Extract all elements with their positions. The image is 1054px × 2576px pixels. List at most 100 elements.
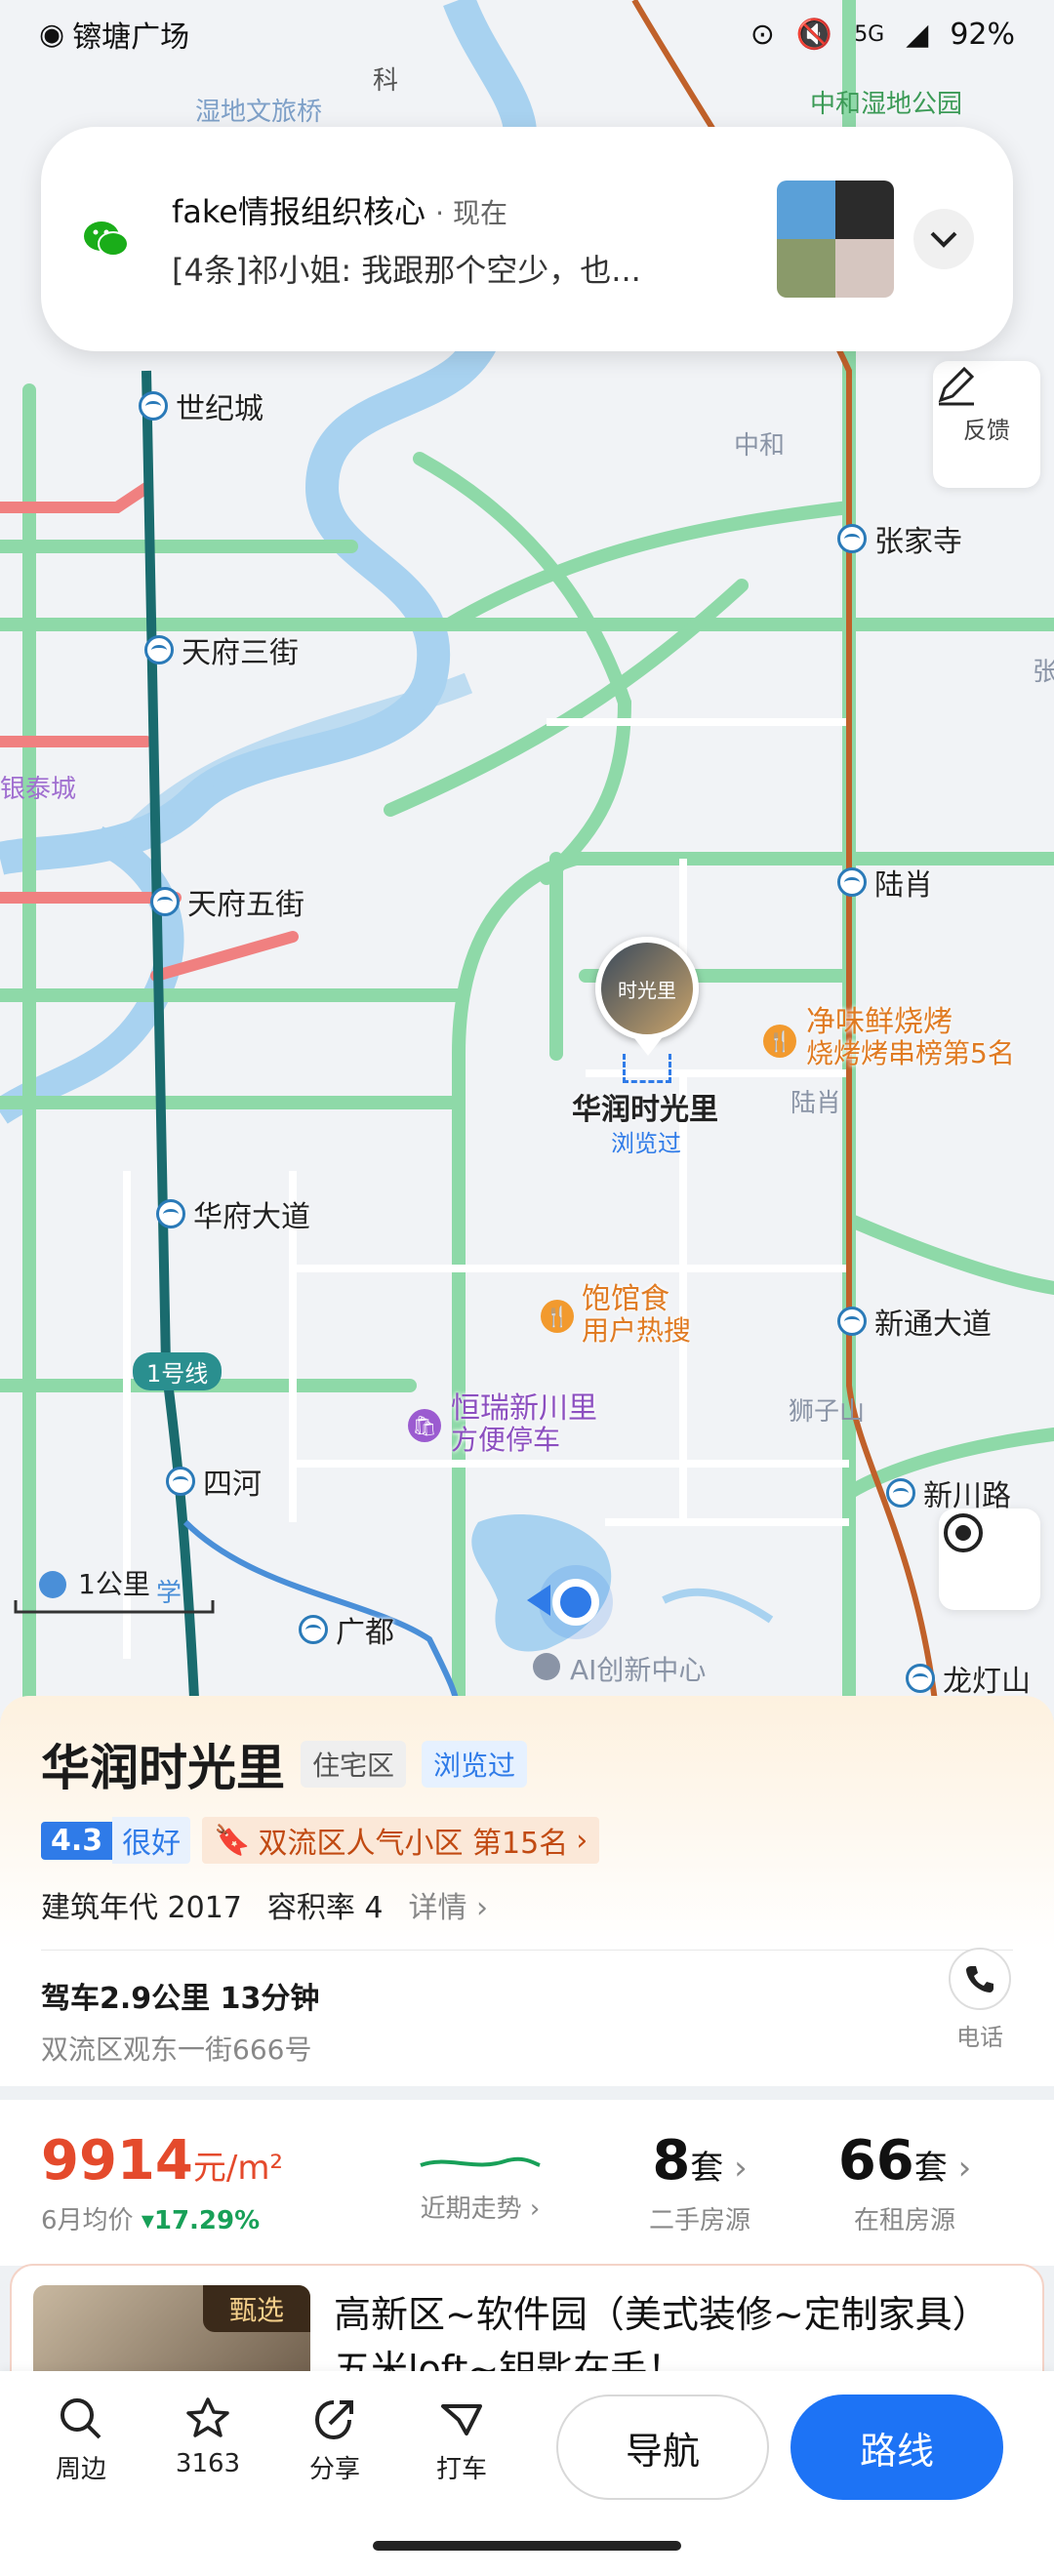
station-tianfu-5th[interactable]: 天府五街 <box>150 880 304 923</box>
secondhand-label: 二手房源 <box>648 2206 750 2235</box>
nearby-button[interactable]: 周边 <box>27 2395 135 2485</box>
metro-line-badge: 1号线 <box>133 1352 223 1390</box>
notification-banner[interactable]: fake情报组织核心 · 现在 [4条]祁小姐: 我跟那个空少，也... <box>41 127 1013 351</box>
notification-message: [4条]祁小姐: 我跟那个空少，也... <box>172 252 641 289</box>
school-label-fragment: 学 <box>156 1579 182 1608</box>
station-luxiao[interactable]: 陆肖 <box>837 861 933 904</box>
map-label-zhonghe: 中和 <box>734 431 786 461</box>
wechat-status-icon: ◉ <box>39 17 65 52</box>
poi-baoguanshi[interactable]: 饱馆食 用户热搜 <box>582 1284 691 1347</box>
station-guangdu[interactable]: 广都 <box>299 1608 394 1651</box>
navigate-button[interactable]: 导航 <box>556 2395 769 2500</box>
poi-name: 恒瑞新川里 <box>451 1391 597 1426</box>
station-huafu-avenue[interactable]: 华府大道 <box>156 1192 310 1235</box>
rating-score: 4.3 <box>41 1821 113 1860</box>
station-tianfu-3rd[interactable]: 天府三街 <box>144 628 299 671</box>
station-longdengshan[interactable]: 龙灯山 <box>906 1657 1031 1700</box>
metro-icon <box>166 1467 195 1496</box>
chevron-down-icon <box>930 231 957 248</box>
station-zhangjiasi[interactable]: 张家寺 <box>837 517 962 560</box>
ai-center-icon[interactable] <box>533 1653 560 1680</box>
pen-icon <box>938 366 975 406</box>
star-icon <box>186 2397 229 2437</box>
trend-sparkline <box>420 2156 541 2167</box>
taxi-icon <box>441 2404 482 2435</box>
poi-jingweixian[interactable]: 净味鲜烧烤 烧烤烤串榜第5名 <box>806 1007 1015 1069</box>
map-label-park: 中和湿地公园 <box>810 90 963 119</box>
station-label: 新通大道 <box>874 1308 992 1342</box>
price-change: ▾17.29% <box>141 2206 261 2235</box>
drive-info: 驾车2.9公里 13分钟 <box>41 1982 320 2016</box>
pin-thumbnail-text: 时光里 <box>618 978 676 1002</box>
metro-icon <box>837 867 867 897</box>
school-icon <box>39 1571 66 1598</box>
place-card[interactable]: 华润时光里 住宅区 浏览过 4.3 很好 🔖 双流区人气小区 第15名 › 建筑年代… <box>0 1696 1054 2086</box>
selected-poi-status: 浏览过 <box>611 1130 681 1157</box>
station-label: 陆肖 <box>874 868 933 903</box>
price-unit: 元/m² <box>192 2149 284 2188</box>
rank-badge[interactable]: 🔖 双流区人气小区 第15名 › <box>202 1817 600 1864</box>
metro-icon <box>139 391 168 421</box>
shopping-icon[interactable]: 🛍 <box>408 1409 441 1442</box>
map-label-ke: 科 <box>373 66 399 96</box>
selected-poi-pin[interactable]: 时光里 <box>595 937 699 1040</box>
home-indicator[interactable] <box>373 2541 681 2551</box>
trend-link[interactable]: 近期走势 › <box>363 2142 597 2225</box>
poi-name: 净味鲜烧烤 <box>806 1005 953 1039</box>
map-label-edge: 张 <box>1033 658 1054 687</box>
detail-link[interactable]: 详情 › <box>409 1883 489 1926</box>
avg-price[interactable]: 9914元/m² 6月均价 ▾17.29% <box>41 2129 363 2236</box>
station-label: 四河 <box>203 1468 262 1502</box>
station-label: 张家寺 <box>874 525 962 559</box>
nearby-label: 周边 <box>55 2455 106 2484</box>
map-label-shizishan: 狮子山 <box>789 1397 866 1427</box>
favorite-button[interactable]: 3163 <box>154 2395 262 2478</box>
featured-badge: 甄选 <box>203 2285 310 2332</box>
station-label: 龙灯山 <box>943 1665 1031 1699</box>
locate-icon <box>944 1513 983 1552</box>
poi-ai-center[interactable]: AI创新中心 <box>570 1649 706 1688</box>
poi-hengrui[interactable]: 恒瑞新川里 方便停车 <box>451 1393 597 1456</box>
share-button[interactable]: 分享 <box>281 2395 388 2485</box>
metro-icon <box>299 1615 328 1644</box>
map-label-bridge: 湿地文旅桥 <box>195 98 323 127</box>
map-label-yintai: 银泰城 <box>0 775 77 804</box>
phone-label: 电话 <box>956 2024 1003 2051</box>
secondhand-link[interactable]: 8套 › 二手房源 <box>597 2129 802 2236</box>
station-shijicheng[interactable]: 世纪城 <box>139 384 264 427</box>
price-period: 6月均价 <box>41 2206 134 2235</box>
metro-icon <box>906 1664 935 1693</box>
scale-label: 1公里 <box>78 1568 150 1600</box>
phone-button[interactable]: 电话 <box>949 1948 1011 2052</box>
notification-app: fake情报组织核心 <box>172 193 426 230</box>
phone-icon <box>966 1966 993 1992</box>
locate-button[interactable] <box>939 1509 1040 1610</box>
poi-sub: 烧烤烤串榜第5名 <box>806 1037 1015 1069</box>
station-xintong-avenue[interactable]: 新通大道 <box>837 1300 992 1343</box>
expand-button[interactable] <box>913 209 974 269</box>
chevron-right-icon: › <box>576 1823 588 1858</box>
divider <box>41 1950 1013 1951</box>
rent-link[interactable]: 66套 › 在租房源 <box>802 2129 1007 2236</box>
place-title: 华润时光里 <box>41 1740 285 1796</box>
route-button[interactable]: 路线 <box>790 2395 1003 2500</box>
station-label: 天府三街 <box>182 636 299 670</box>
feedback-button[interactable]: 反馈 <box>933 361 1040 488</box>
favorite-count: 3163 <box>175 2449 241 2478</box>
restaurant-icon[interactable]: 🍴 <box>541 1300 574 1333</box>
station-sihe[interactable]: 四河 <box>166 1460 262 1503</box>
notification-thumbnail <box>777 181 894 298</box>
current-location-marker <box>552 1579 599 1626</box>
status-location: 镲塘广场 <box>72 20 190 55</box>
restaurant-icon[interactable]: 🍴 <box>763 1025 796 1058</box>
heading-arrow <box>527 1585 550 1616</box>
rating-label: 很好 <box>112 1817 191 1864</box>
metro-icon <box>837 1307 867 1336</box>
mute-icon: 🔇 <box>795 17 833 52</box>
metro-icon <box>144 635 174 664</box>
plot-ratio: 容积率 4 <box>266 1891 384 1925</box>
station-label: 世纪城 <box>176 392 264 426</box>
taxi-button[interactable]: 打车 <box>408 2395 515 2485</box>
price-strip: 9914元/m² 6月均价 ▾17.29% 近期走势 › 8套 › 二手房源 6… <box>0 2100 1054 2266</box>
build-year: 建筑年代 2017 <box>41 1891 242 1925</box>
